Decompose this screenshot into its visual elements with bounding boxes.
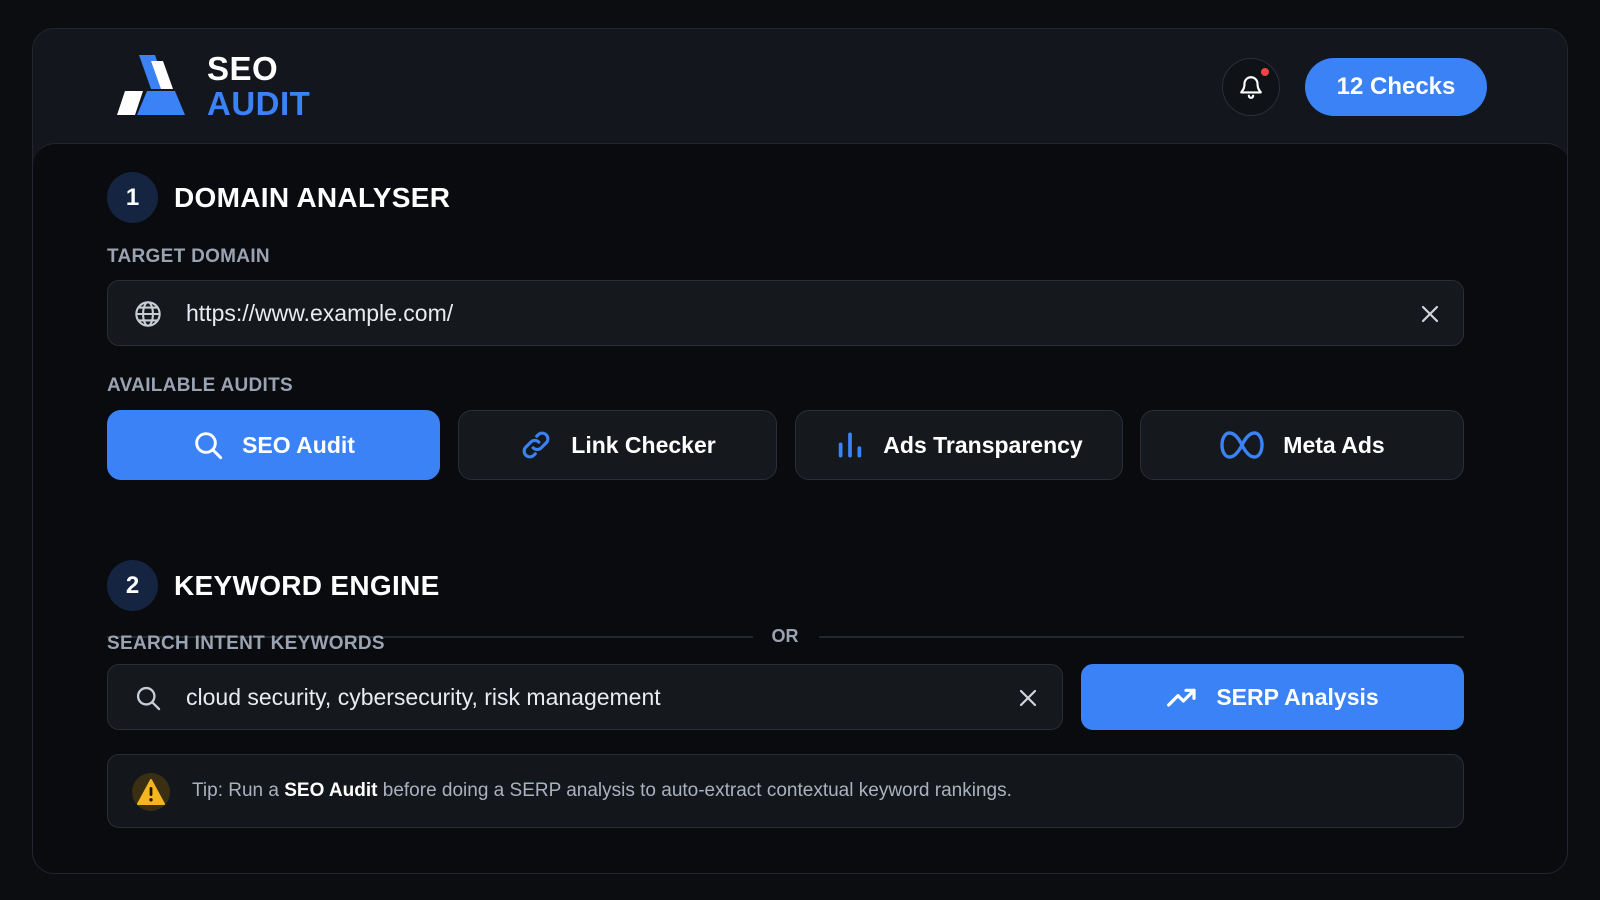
domain-input-box — [107, 280, 1464, 346]
tip-text: Tip: Run a SEO Audit before doing a SERP… — [192, 780, 1012, 802]
search-intent-keywords-label: SEARCH INTENT KEYWORDS — [107, 633, 385, 654]
warning-icon — [132, 773, 170, 811]
section-title-keyword-engine: KEYWORD ENGINE — [174, 570, 440, 601]
tip-prefix: Tip: Run a — [192, 780, 285, 801]
domain-input[interactable] — [186, 281, 1386, 345]
step-number-1: 1 — [107, 172, 158, 223]
main-panel: 1 DOMAIN ANALYSER TARGET DOMAIN AVAILABL… — [33, 143, 1567, 873]
serp-analysis-label: SERP Analysis — [1216, 683, 1379, 710]
keywords-input[interactable] — [186, 665, 986, 729]
serp-analysis-button[interactable]: SERP Analysis — [1081, 664, 1464, 730]
notifications-button[interactable] — [1222, 58, 1280, 116]
audit-button-seo-audit[interactable]: SEO Audit — [107, 410, 440, 480]
clear-keywords-icon[interactable] — [1016, 686, 1040, 710]
audit-label-seo-audit: SEO Audit — [242, 431, 355, 458]
divider-or-label: OR — [771, 626, 799, 646]
divider-line-right — [819, 636, 1464, 638]
tip-suffix: before doing a SERP analysis to auto-ext… — [377, 780, 1012, 801]
logo-line-seo: SEO — [207, 50, 279, 87]
search-icon — [136, 686, 161, 711]
tip-banner: Tip: Run a SEO Audit before doing a SERP… — [107, 754, 1464, 828]
globe-icon — [135, 301, 161, 327]
target-domain-label: TARGET DOMAIN — [107, 246, 270, 267]
checks-button[interactable]: 12 Checks — [1305, 58, 1487, 116]
header: SEO AUDIT 12 Checks — [33, 29, 1567, 143]
search-icon — [195, 432, 223, 460]
meta-icon — [1220, 431, 1264, 459]
step-number-2: 2 — [107, 560, 158, 611]
audit-label-ads-transparency: Ads Transparency — [883, 431, 1083, 458]
keywords-input-box — [107, 664, 1063, 730]
bar-chart-icon — [839, 432, 862, 458]
notification-dot — [1259, 66, 1271, 78]
audit-button-link-checker[interactable]: Link Checker — [458, 410, 777, 480]
audit-button-ads-transparency[interactable]: Ads Transparency — [795, 410, 1123, 480]
audit-label-meta-ads: Meta Ads — [1283, 431, 1385, 458]
logo-icon — [117, 55, 185, 115]
bell-icon — [1240, 76, 1262, 99]
logo-wordmark: SEO AUDIT — [207, 51, 310, 121]
app-window: SEO AUDIT 12 Checks 1 DOMAIN ANALYSER TA… — [32, 28, 1568, 874]
clear-domain-icon[interactable] — [1418, 302, 1442, 326]
section-title-domain-analyser: DOMAIN ANALYSER — [174, 182, 451, 213]
logo-line-audit: AUDIT — [207, 85, 311, 122]
audit-button-meta-ads[interactable]: Meta Ads — [1140, 410, 1464, 480]
available-audits-label: AVAILABLE AUDITS — [107, 375, 293, 396]
link-icon — [522, 431, 550, 459]
trending-up-icon — [1167, 688, 1196, 707]
audit-label-link-checker: Link Checker — [571, 431, 716, 458]
tip-highlight: SEO Audit — [284, 780, 378, 801]
